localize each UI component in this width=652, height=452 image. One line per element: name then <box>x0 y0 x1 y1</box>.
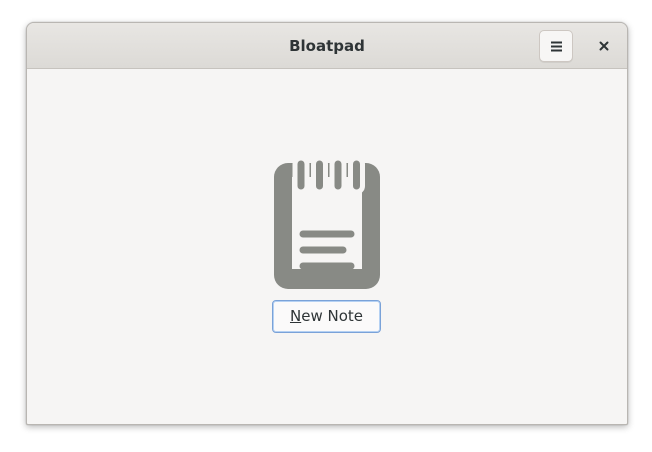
hamburger-menu-icon <box>551 41 562 52</box>
close-button[interactable] <box>590 32 618 60</box>
header-bar: Bloatpad <box>27 23 627 69</box>
close-icon <box>599 41 609 51</box>
main-menu-button[interactable] <box>539 30 573 62</box>
new-note-button-mnemonic: N <box>289 307 302 325</box>
window-title: Bloatpad <box>289 37 365 55</box>
new-note-button-label: ew Note <box>301 307 363 325</box>
notepad-icon <box>274 159 380 289</box>
new-note-button[interactable]: New Note <box>272 300 381 333</box>
app-window: Bloatpad New Note <box>26 22 628 425</box>
